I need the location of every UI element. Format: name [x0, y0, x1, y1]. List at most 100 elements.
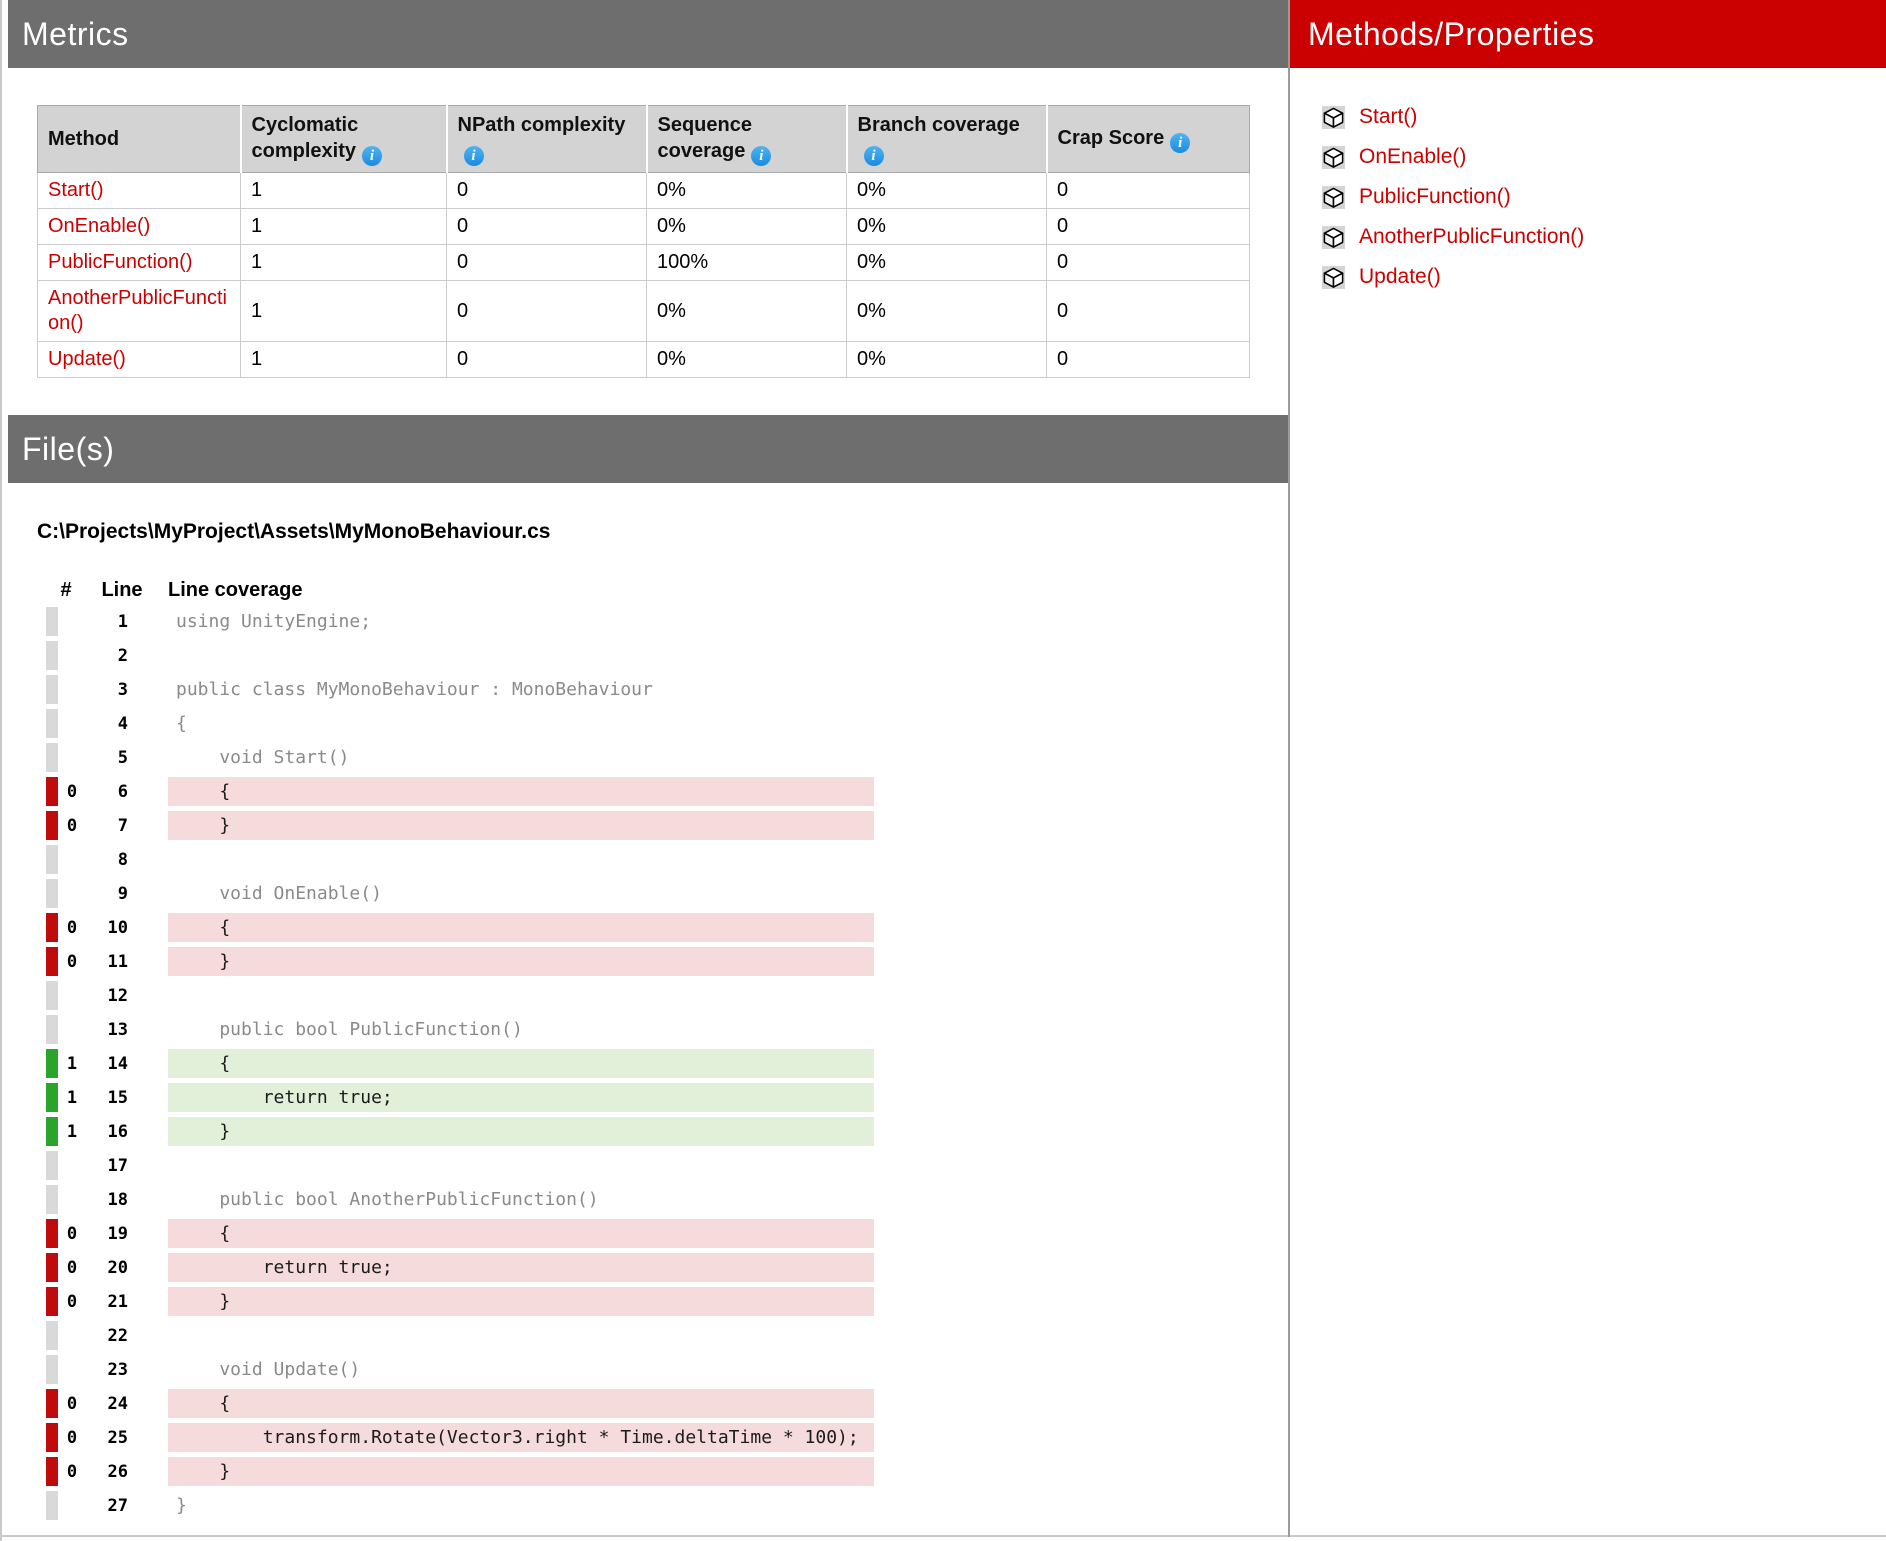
- code-line-row: 18 public bool AnotherPublicFunction(): [46, 1185, 874, 1214]
- hit-count: 0: [58, 913, 86, 942]
- page-left-border: [0, 0, 2, 1541]
- metrics-cell-method: Start(): [38, 173, 241, 209]
- info-icon[interactable]: i: [864, 146, 884, 166]
- metrics-cell-sequence: 0%: [647, 173, 847, 209]
- line-number: 5: [86, 743, 134, 772]
- line-number: 1: [86, 607, 134, 636]
- hit-count: [58, 743, 86, 772]
- method-link[interactable]: Update(): [48, 348, 126, 370]
- metrics-cell-npath: 0: [447, 173, 647, 209]
- code-text: {: [168, 1219, 874, 1248]
- code-line-row: 025 transform.Rotate(Vector3.right * Tim…: [46, 1423, 874, 1452]
- metrics-table: MethodCyclomatic complexityiNPath comple…: [37, 105, 1250, 378]
- gutter-gap: [134, 1321, 168, 1350]
- method-properties-link[interactable]: Start(): [1359, 105, 1417, 129]
- code-line-row: 024 {: [46, 1389, 874, 1418]
- line-number: 7: [86, 811, 134, 840]
- coverage-indicator-bar: [46, 1083, 58, 1112]
- gutter-gap: [134, 845, 168, 874]
- hit-count: [58, 641, 86, 670]
- class-cube-icon: [1322, 146, 1345, 169]
- column-header-label: Method: [48, 128, 119, 150]
- coverage-indicator-bar: [46, 811, 58, 840]
- info-icon[interactable]: i: [362, 146, 382, 166]
- hit-count: 0: [58, 1219, 86, 1248]
- coverage-indicator-bar: [46, 1355, 58, 1384]
- code-line-row: 114 {: [46, 1049, 874, 1078]
- hit-count: 0: [58, 947, 86, 976]
- code-text: {: [168, 913, 874, 942]
- line-column-header: Line: [86, 579, 158, 602]
- hit-count: [58, 675, 86, 704]
- gutter-gap: [134, 1185, 168, 1214]
- column-header-label: Cyclomatic complexity: [252, 114, 359, 162]
- column-header-method: Method: [38, 106, 241, 173]
- coverage-indicator-bar: [46, 845, 58, 874]
- hit-count: [58, 1015, 86, 1044]
- metrics-cell-method: Update(): [38, 342, 241, 378]
- coverage-indicator-bar: [46, 947, 58, 976]
- line-number: 14: [86, 1049, 134, 1078]
- method-properties-link[interactable]: AnotherPublicFunction(): [1359, 225, 1584, 249]
- line-number: 16: [86, 1117, 134, 1146]
- hit-count: [58, 1321, 86, 1350]
- methods-list: Start() OnEnable() PublicFunction() Another…: [1290, 97, 1886, 297]
- method-properties-link[interactable]: OnEnable(): [1359, 145, 1466, 169]
- method-link[interactable]: Start(): [48, 179, 104, 201]
- metrics-cell-crap: 0: [1047, 173, 1250, 209]
- method-link[interactable]: PublicFunction(): [48, 251, 193, 273]
- line-number: 20: [86, 1253, 134, 1282]
- line-number: 15: [86, 1083, 134, 1112]
- line-number: 23: [86, 1355, 134, 1384]
- code-text: public class MyMonoBehaviour : MonoBehav…: [168, 675, 874, 704]
- column-header-npath-complexity: NPath complexityi: [447, 106, 647, 173]
- hit-count: [58, 879, 86, 908]
- hit-count: 1: [58, 1117, 86, 1146]
- method-properties-link[interactable]: PublicFunction(): [1359, 185, 1511, 209]
- metrics-table-row: Update()100%0%0: [38, 342, 1250, 378]
- method-properties-link[interactable]: Update(): [1359, 265, 1441, 289]
- metrics-cell-sequence: 0%: [647, 342, 847, 378]
- hit-count: [58, 1491, 86, 1520]
- info-icon[interactable]: i: [1170, 133, 1190, 153]
- coverage-indicator-bar: [46, 1253, 58, 1282]
- method-list-item: OnEnable(): [1290, 137, 1886, 177]
- metrics-cell-sequence: 0%: [647, 281, 847, 342]
- hit-count: 0: [58, 1253, 86, 1282]
- metrics-cell-cyclomatic: 1: [241, 209, 447, 245]
- right-column: Methods/Properties Start() OnEnable() Publ…: [1290, 0, 1886, 1537]
- methods-title: Methods/Properties: [1308, 16, 1594, 52]
- code-text: return true;: [168, 1253, 874, 1282]
- method-link[interactable]: AnotherPublicFunction(): [48, 287, 227, 334]
- code-text: }: [168, 947, 874, 976]
- gutter-gap: [134, 1117, 168, 1146]
- hit-count: 0: [58, 1389, 86, 1418]
- info-icon[interactable]: i: [751, 146, 771, 166]
- coverage-indicator-bar: [46, 1185, 58, 1214]
- method-list-item: AnotherPublicFunction(): [1290, 217, 1886, 257]
- metrics-cell-method: AnotherPublicFunction(): [38, 281, 241, 342]
- hit-count: 0: [58, 1457, 86, 1486]
- metrics-cell-npath: 0: [447, 281, 647, 342]
- info-icon[interactable]: i: [464, 146, 484, 166]
- coverage-column-header: Line coverage: [168, 579, 303, 602]
- gutter-gap: [134, 879, 168, 908]
- metrics-cell-cyclomatic: 1: [241, 281, 447, 342]
- metrics-cell-method: PublicFunction(): [38, 245, 241, 281]
- gutter-gap: [134, 743, 168, 772]
- gutter-gap: [134, 1049, 168, 1078]
- code-line-row: 27}: [46, 1491, 874, 1520]
- column-header-cyclomatic-complexity: Cyclomatic complexityi: [241, 106, 447, 173]
- line-number: 21: [86, 1287, 134, 1316]
- code-line-row: 06 {: [46, 777, 874, 806]
- code-text: }: [168, 1457, 874, 1486]
- gutter-gap: [134, 947, 168, 976]
- line-number: 3: [86, 675, 134, 704]
- metrics-cell-branch: 0%: [847, 245, 1047, 281]
- coverage-indicator-bar: [46, 709, 58, 738]
- coverage-indicator-bar: [46, 1287, 58, 1316]
- method-link[interactable]: OnEnable(): [48, 215, 150, 237]
- code-text: {: [168, 777, 874, 806]
- coverage-indicator-bar: [46, 1389, 58, 1418]
- hit-count: [58, 709, 86, 738]
